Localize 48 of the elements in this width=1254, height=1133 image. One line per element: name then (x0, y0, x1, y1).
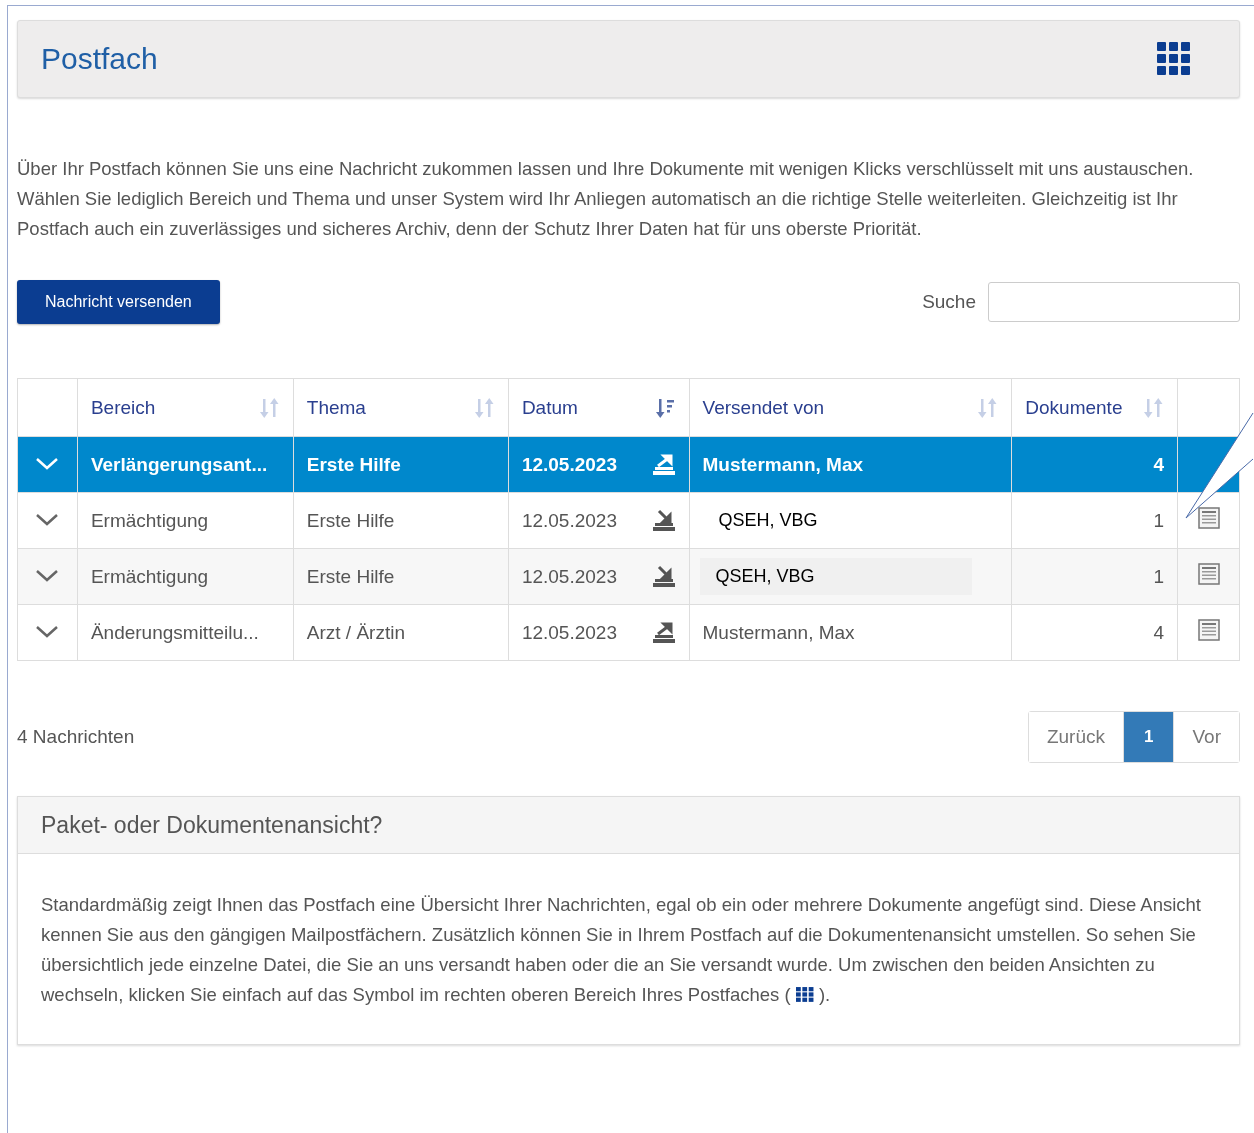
column-header[interactable]: Bereich (77, 378, 294, 437)
pagination-button[interactable]: 1 (1123, 712, 1174, 762)
table-cell: Erste Hilfe (293, 548, 509, 605)
column-header[interactable]: Datum (508, 378, 690, 437)
table-cell: Änderungsmitteilu... (77, 604, 294, 661)
date-text: 12.05.2023 (521, 453, 617, 476)
message-count: 4 Nachrichten (17, 726, 135, 748)
document-count: 4 (1011, 436, 1178, 493)
intro-text: Über Ihr Postfach können Sie uns eine Nachricht zukommen lassen und Ihre Dokumente mit wenigen Klicks verschlüsselt mit uns austauschen. Wählen Sie lediglich Bereich und Thema und unser System wird Ihr Anliegen automatisch an die richtige Stelle weiterleiten. Gleichzeitig ist Ihr Postfach auch ein zuverlässiges und sicheres Archiv, denn der Schutz Ihrer Daten hat für uns oberste Priorität. (17, 157, 1195, 241)
expand-chevron-icon[interactable] (35, 568, 60, 583)
pagination-button[interactable]: Vor (1173, 712, 1239, 762)
upload-arrow-icon (651, 452, 676, 477)
table-cell: Erste Hilfe (293, 436, 509, 493)
document-count: 1 (1011, 492, 1178, 549)
sender-chip: QSEH, VBG (699, 558, 972, 595)
column-header[interactable]: Dokumente (1011, 378, 1178, 437)
grid-view-icon (795, 987, 814, 1003)
document-list-icon[interactable] (1196, 618, 1221, 642)
sort-descending-icon[interactable] (655, 396, 676, 419)
grid-view-icon[interactable] (1157, 42, 1191, 76)
download-arrow-icon (651, 508, 676, 533)
sender-text: QSEH, VBG (717, 509, 819, 532)
search-label: Suche (922, 291, 976, 313)
table-cell-text: Mustermann, Max (702, 453, 864, 475)
table-cell: Ermächtigung (77, 548, 294, 605)
upload-arrow-icon (651, 620, 676, 645)
document-list-icon[interactable] (1196, 506, 1221, 530)
table-cell-text: Mustermann, Max (702, 621, 855, 643)
date-text: 12.05.2023 (521, 565, 617, 588)
expand-chevron-icon[interactable] (35, 624, 60, 639)
page-title: Postfach (41, 42, 158, 76)
table-cell: Arzt / Ärztin (293, 604, 509, 661)
table-cell: Ermächtigung (77, 492, 294, 549)
column-header[interactable]: Versendet von (689, 378, 1012, 437)
document-count: 1 (1011, 548, 1178, 605)
column-header[interactable]: Thema (293, 378, 509, 437)
document-count: 4 (1011, 604, 1178, 661)
send-message-button[interactable]: Nachricht versenden (17, 280, 220, 324)
download-arrow-icon (651, 564, 676, 589)
date-text: 12.05.2023 (521, 509, 617, 532)
expand-chevron-icon[interactable] (35, 512, 60, 527)
document-list-icon[interactable] (1196, 562, 1221, 586)
date-text: 12.05.2023 (521, 621, 617, 644)
table-cell: Erste Hilfe (293, 492, 509, 549)
search-field[interactable] (988, 282, 1240, 322)
info-text: Standardmäßig zeigt Ihnen das Postfach eine Übersicht Ihrer Nachrichten, egal ob ein oder mehrere Dokumente angefügt sind. Diese Ansicht kennen Sie aus den gängigen Mailpostfächern. Zusätzlich können Sie in Ihrem Postfach auf die Dokumentenansicht umstellen. So sehen Sie übersichtlich jede einzelne Datei, die Sie an uns versandt haben oder die an Sie versandt wurde. Um zwischen den beiden Ansichten zu wechseln, klicken Sie einfach auf das Symbol im rechten oberen Bereich Ihres Postfaches ( ). (40, 893, 1202, 1007)
table-cell: Verlängerungsant... (77, 436, 294, 493)
info-title: Paket- oder Dokumentenansicht? (41, 811, 383, 839)
